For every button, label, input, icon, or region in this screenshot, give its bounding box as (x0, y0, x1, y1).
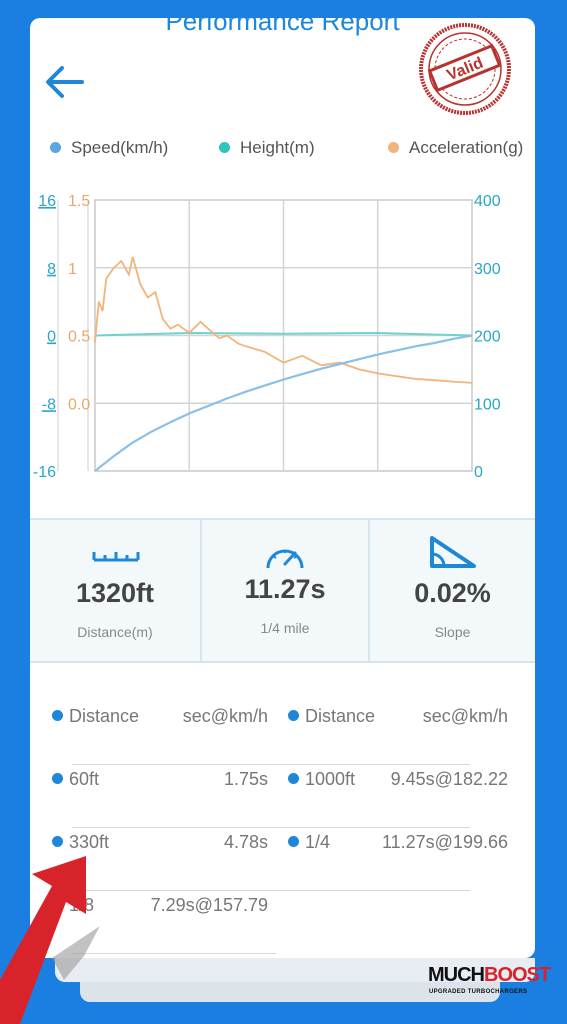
bullet-icon (288, 835, 299, 847)
table-header-value: sec@km/h (182, 706, 268, 726)
accel-tick-label: 1.5 (68, 193, 90, 210)
table-header-value: sec@km/h (422, 706, 508, 726)
legend-dot-icon (388, 142, 399, 154)
row-value: 9.45s@182.22 (390, 769, 508, 789)
row-value: 1.75s (223, 769, 268, 789)
table-header-label: Distance (69, 706, 140, 726)
bullet-icon (288, 709, 299, 721)
stat-distance-label: Distance(m) (77, 624, 153, 640)
red-arrow-overlay (0, 856, 100, 1024)
speed-tick-label: 400 (474, 193, 501, 210)
bullet-icon (288, 772, 299, 784)
row-divider (72, 827, 470, 828)
row-value: 7.29s@157.79 (150, 895, 268, 915)
report-card: Performance Report Valid Speed(km/h) Hei… (30, 18, 535, 958)
bullet-icon (52, 772, 63, 784)
row-divider (72, 890, 470, 891)
brand-tagline: UPGRADED TURBOCHARGERS (429, 989, 528, 995)
valid-stamp: Valid (419, 23, 511, 115)
speed-tick-label: 0 (474, 464, 483, 478)
stat-slope: 0.02% Slope (370, 520, 535, 661)
chart-legend: Speed(km/h) Height(m) Acceleration(g) (46, 138, 535, 162)
row-value: 4.78s (223, 832, 268, 852)
stat-time-value: 11.27s (244, 574, 326, 604)
accel-tick-label: 1 (68, 261, 77, 278)
brand-name: MUCHBOOST (428, 964, 551, 987)
legend-dot-icon (219, 142, 230, 154)
table-row: 1/4 (288, 832, 330, 853)
row-label: 60ft (69, 769, 100, 789)
speed-tick-label: 100 (474, 396, 501, 413)
table-row: 60ft (52, 769, 99, 790)
row-label: 1000ft (305, 769, 356, 789)
stat-slope-label: Slope (434, 624, 471, 640)
performance-chart: 16 8 0 -8 -16 1.5 1 0.5 0.0 400 300 200 100 0 (33, 193, 501, 478)
speedometer-icon (266, 549, 304, 569)
row-label: 1/4 (305, 832, 331, 852)
legend-dot-icon (50, 142, 61, 154)
legend-acceleration: Acceleration(g) (388, 138, 523, 158)
legend-acceleration-label: Acceleration(g) (409, 138, 524, 157)
table-header-left: Distance (52, 706, 139, 727)
speed-tick-label: 300 (474, 261, 501, 278)
height-tick-label: 8 (47, 261, 56, 278)
slope-icon (430, 536, 476, 568)
stat-time: 11.27s 1/4 mile (202, 520, 368, 661)
bullet-icon (52, 709, 63, 721)
table-row: 1000ft (288, 769, 355, 790)
legend-speed-label: Speed(km/h) (71, 138, 169, 157)
table-header-label: Distance (305, 706, 376, 726)
accel-tick-label: 0.5 (68, 329, 90, 346)
row-value: 11.27s@199.66 (381, 832, 508, 852)
table-header-right: Distance (288, 706, 375, 727)
accel-tick-label: 0.0 (68, 396, 90, 413)
stats-panel: 1320ft Distance(m) 11.27s 1/4 mile 0.02%… (30, 518, 535, 663)
brand-name-a: MUCH (428, 964, 485, 986)
row-divider (72, 764, 470, 765)
brand-name-b: BOOST (484, 964, 551, 986)
stat-slope-value: 0.02% (414, 578, 491, 608)
stat-time-label: 1/4 mile (260, 620, 310, 636)
height-tick-label: -8 (42, 396, 56, 413)
legend-height-label: Height(m) (240, 138, 315, 157)
brand-logo: MUCHBOOST UPGRADED TURBOCHARGERS (428, 964, 551, 1000)
speed-tick-label: 200 (474, 329, 501, 346)
height-tick-label: -16 (33, 464, 56, 478)
legend-speed: Speed(km/h) (50, 138, 168, 158)
legend-height: Height(m) (219, 138, 315, 158)
height-tick-label: 0 (47, 329, 56, 346)
height-tick-label: 16 (38, 193, 56, 210)
back-arrow-icon[interactable] (42, 62, 86, 102)
stat-distance: 1320ft Distance(m) (30, 520, 200, 661)
ruler-icon (92, 552, 140, 562)
stat-distance-value: 1320ft (75, 578, 155, 608)
